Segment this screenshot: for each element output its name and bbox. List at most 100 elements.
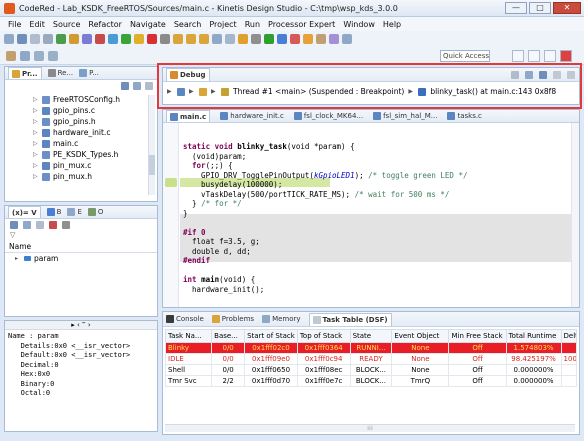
code-line[interactable]: double d, dd; [183, 247, 467, 257]
print-icon[interactable] [43, 34, 53, 44]
settings-icon[interactable] [82, 34, 92, 44]
code-line[interactable]: vTaskDelay(500/portTICK_RATE_MS); /* wai… [183, 190, 467, 200]
view-menu-icon[interactable] [62, 221, 70, 229]
debug-icon[interactable] [277, 34, 287, 44]
instruction-step-icon[interactable] [212, 34, 222, 44]
tab-fsl-clock[interactable]: fsl_clock_MK64... [293, 112, 363, 120]
external-tools-icon[interactable] [290, 34, 300, 44]
tab-console[interactable]: Console [166, 315, 204, 323]
build-icon[interactable] [56, 34, 66, 44]
menu-file[interactable]: File [4, 20, 25, 29]
gear-icon[interactable] [251, 34, 261, 44]
code-line[interactable] [183, 266, 467, 276]
new-icon[interactable] [4, 34, 14, 44]
disconnect-icon[interactable] [160, 34, 170, 44]
tab-hardware-init[interactable]: hardware_init.c [220, 112, 284, 120]
tab-task-table[interactable]: Task Table (DSF) [308, 312, 392, 326]
table-row[interactable]: IDLE 0/0 0x1fff09e0 0x1fff0c94 READY None Off 9… [164, 353, 578, 365]
menu-refactor[interactable]: Refactor [84, 20, 126, 29]
table-row[interactable]: Shell 0/0 0x1fff0650 0x1fff08ec BLOCK... None… [164, 364, 578, 376]
table-scrollbar[interactable]: ⁞⁞⁞ [165, 424, 575, 432]
link-editor-icon[interactable] [133, 82, 141, 90]
open-folder-icon[interactable] [303, 34, 313, 44]
open-perspective-icon[interactable] [512, 50, 524, 62]
col-task-name[interactable]: Task Na... [164, 329, 213, 343]
nav-icon[interactable] [342, 34, 352, 44]
resume-icon[interactable] [121, 34, 131, 44]
view-menu-chevron[interactable]: ▽ [5, 231, 157, 241]
tab-expressions[interactable]: E [67, 208, 82, 216]
tab-breakpoints[interactable]: B [46, 208, 61, 216]
variable-row[interactable]: ▸ param [5, 253, 157, 264]
collapse-icon[interactable] [36, 221, 44, 229]
code-line[interactable]: float f=3.5, g; [183, 237, 467, 247]
code-line[interactable]: } [183, 209, 467, 219]
table-row[interactable]: Tmr Svc 2/2 0x1fff0d70 0x1fff0e7c BLOCK... Tm… [164, 375, 578, 387]
cc-perspective-icon[interactable] [528, 50, 540, 62]
col-base[interactable]: Base... [211, 329, 246, 343]
tool-icon[interactable] [238, 34, 248, 44]
show-logical-icon[interactable] [23, 221, 31, 229]
tab-registers[interactable]: Re... [47, 69, 73, 77]
annotation-icon[interactable] [6, 51, 16, 61]
code-line[interactable]: GPIO_DRV_TogglePinOutput(kGpioLED1); /* … [183, 171, 467, 181]
pen-icon[interactable] [329, 34, 339, 44]
maximize-button[interactable]: □ [529, 2, 551, 14]
tab-project-explorer[interactable]: Pr... [8, 67, 42, 79]
menu-window[interactable]: Window [339, 20, 379, 29]
menu-run[interactable]: Run [241, 20, 264, 29]
col-delta[interactable]: Delt [560, 329, 578, 343]
clean-icon[interactable] [95, 34, 105, 44]
col-state[interactable]: State [349, 329, 393, 343]
suspend-icon[interactable] [134, 34, 144, 44]
close-button[interactable]: ✕ [553, 2, 581, 14]
name-column-header[interactable]: Name [5, 241, 157, 253]
save-icon[interactable] [17, 34, 27, 44]
step-icon[interactable] [108, 34, 118, 44]
quick-access-input[interactable]: Quick Access [440, 50, 490, 62]
tree-item[interactable]: ▷ hardware_init.c [33, 127, 157, 138]
tab-variables[interactable]: (x)= V [8, 206, 41, 218]
menu-edit[interactable]: Edit [25, 20, 49, 29]
code-line[interactable]: int main(void) { [183, 275, 467, 285]
step-over-icon[interactable] [186, 34, 196, 44]
code-line[interactable]: #endif [183, 256, 467, 266]
search-icon[interactable] [316, 34, 326, 44]
table-row[interactable]: Blinky 0/0 0x1fff02c0 0x1fff0364 RUNNI... Non… [164, 342, 578, 354]
explorer-scrollbar[interactable] [148, 95, 155, 195]
step-return-icon[interactable] [199, 34, 209, 44]
menu-source[interactable]: Source [49, 20, 84, 29]
tree-item[interactable]: ▷ gpio_pins.h [33, 116, 157, 127]
show-type-icon[interactable] [10, 221, 18, 229]
menu-search[interactable]: Search [170, 20, 205, 29]
collapse-all-icon[interactable] [121, 82, 129, 90]
menu-processor-expert[interactable]: Processor Expert [264, 20, 339, 29]
minimize-button[interactable]: — [505, 2, 527, 14]
next-annotation-icon[interactable] [20, 51, 30, 61]
tree-item[interactable]: ▷ pin_mux.c [33, 160, 157, 171]
tab-peripherals[interactable]: P... [79, 69, 99, 77]
col-min-free-stack[interactable]: Min Free Stack [448, 329, 507, 343]
menu-help[interactable]: Help [379, 20, 405, 29]
tab-outline[interactable]: O [87, 208, 103, 216]
code-line[interactable]: hardware_init(); [183, 285, 467, 295]
menu-navigate[interactable]: Navigate [126, 20, 170, 29]
save-all-icon[interactable] [30, 34, 40, 44]
detail-scrollbar[interactable]: ▸ ‹ ‴ › [5, 321, 157, 330]
menu-project[interactable]: Project [205, 20, 240, 29]
tab-tasks-c[interactable]: tasks.c [447, 112, 482, 120]
back-icon[interactable] [34, 51, 44, 61]
code-line[interactable] [183, 218, 467, 228]
code-line[interactable]: } /* for */ [183, 199, 467, 209]
tree-item[interactable]: ▷ gpio_pins.c [33, 105, 157, 116]
tree-item[interactable]: ▷ FreeRTOSConfig.h [33, 94, 157, 105]
col-start-stack[interactable]: Start of Stack [244, 329, 298, 343]
forward-icon[interactable] [48, 51, 58, 61]
tree-item[interactable]: ▷ pin_mux.h [33, 171, 157, 182]
code-area[interactable]: static void blinky_task(void *param) { (… [183, 142, 467, 294]
tree-item[interactable]: ▷ main.c [33, 138, 157, 149]
step-into-icon[interactable] [173, 34, 183, 44]
col-total-runtime[interactable]: Total Runtime [505, 329, 562, 343]
run-icon[interactable] [264, 34, 274, 44]
code-line[interactable]: busydelay(100000); [183, 180, 467, 190]
